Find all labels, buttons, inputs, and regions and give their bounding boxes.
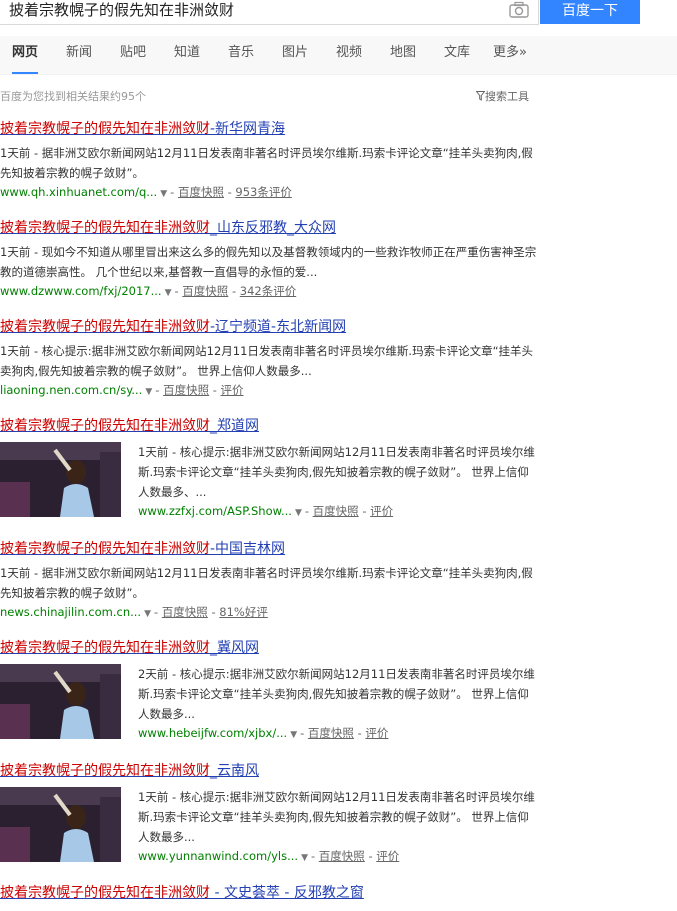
result-title[interactable]: 披着宗教幌子的假先知在非洲敛财-辽宁频道-东北新闻网: [0, 318, 560, 336]
result-meta: www.qh.xinhuanet.com/q... ▼ - 百度快照 - 953条评…: [0, 185, 292, 199]
result-url[interactable]: www.hebeijfw.com/xjbx/...: [138, 726, 287, 740]
cache-link[interactable]: 百度快照: [182, 284, 228, 298]
chevron-down-icon[interactable]: ▼: [295, 508, 302, 518]
search-result: 披着宗教幌子的假先知在非洲敛财_云南风 1天前 - 核心提示:据非洲艾欧尔新闻网…: [0, 762, 560, 867]
result-abstract: 1天前 - 核心提示:据非洲艾欧尔新闻网站12月11日发表南非著名时评员埃尔维斯…: [138, 445, 535, 499]
search-button[interactable]: 百度一下: [540, 0, 640, 24]
result-meta: www.hebeijfw.com/xjbx/... ▼ - 百度快照 - 评价: [138, 726, 389, 740]
search-result: 披着宗教幌子的假先知在非洲敛财 - 文史荟萃 - 反邪教之窗: [0, 884, 560, 902]
result-count: 百度为您找到相关结果约95个: [0, 90, 146, 103]
result-meta: news.chinajilin.com.cn... ▼ - 百度快照 - 81%好评: [0, 605, 268, 619]
search-tools[interactable]: 搜索工具: [475, 88, 529, 104]
result-thumbnail[interactable]: [0, 442, 121, 517]
result-url[interactable]: www.dzwww.com/fxj/2017...: [0, 284, 162, 298]
search-result: 披着宗教幌子的假先知在非洲敛财_冀风网 2天前 - 核心提示:据非洲艾欧尔新闻网…: [0, 639, 560, 744]
result-title[interactable]: 披着宗教幌子的假先知在非洲敛财_云南风: [0, 762, 560, 780]
result-meta: liaoning.nen.com.cn/sy... ▼ - 百度快照 - 评价: [0, 383, 244, 397]
chevron-down-icon[interactable]: ▼: [165, 288, 172, 298]
filter-icon: [475, 91, 486, 101]
cache-link[interactable]: 百度快照: [163, 383, 209, 397]
result-meta: www.zzfxj.com/ASP.Show... ▼ - 百度快照 - 评价: [138, 504, 394, 518]
cache-link[interactable]: 百度快照: [308, 726, 354, 740]
chevron-down-icon[interactable]: ▼: [145, 387, 152, 397]
chevron-down-icon[interactable]: ▼: [160, 189, 167, 199]
tab-web[interactable]: 网页: [12, 36, 39, 74]
result-url[interactable]: www.zzfxj.com/ASP.Show...: [138, 504, 292, 518]
result-title[interactable]: 披着宗教幌子的假先知在非洲敛财_山东反邪教_大众网: [0, 219, 560, 237]
result-body: 1天前 - 核心提示:据非洲艾欧尔新闻网站12月11日发表南非著名时评员埃尔维斯…: [138, 437, 538, 522]
search-query: 披着宗教幌子的假先知在非洲敛财: [9, 1, 235, 19]
result-body: 2天前 - 核心提示:据非洲艾欧尔新闻网站12月11日发表南非著名时评员埃尔维斯…: [138, 659, 538, 744]
result-title[interactable]: 披着宗教幌子的假先知在非洲敛财_冀风网: [0, 639, 560, 657]
result-abstract: 1天前 - 现如今不知道从哪里冒出来这么多的假先知以及基督教领域内的一些救诈牧师…: [0, 245, 537, 279]
result-abstract: 1天前 - 核心提示:据非洲艾欧尔新闻网站12月11日发表南非著名时评员埃尔维斯…: [0, 344, 534, 378]
cache-link[interactable]: 百度快照: [319, 849, 365, 863]
tab-wenku[interactable]: 文库: [444, 36, 470, 72]
chevron-down-icon[interactable]: ▼: [144, 609, 151, 619]
search-result: 披着宗教幌子的假先知在非洲敛财_山东反邪教_大众网 1天前 - 现如今不知道从哪…: [0, 219, 560, 302]
rating-link[interactable]: 评价: [221, 383, 244, 397]
result-thumbnail[interactable]: [0, 787, 121, 862]
search-result: 披着宗教幌子的假先知在非洲敛财-新华网青海 1天前 - 据非洲艾欧尔新闻网站12…: [0, 120, 560, 203]
chevron-down-icon[interactable]: ▼: [301, 853, 308, 863]
tab-more[interactable]: 更多»: [493, 36, 527, 72]
result-title[interactable]: 披着宗教幌子的假先知在非洲敛财-新华网青海: [0, 120, 560, 138]
search-result: 披着宗教幌子的假先知在非洲敛财-中国吉林网 1天前 - 据非洲艾欧尔新闻网站12…: [0, 540, 560, 623]
search-tabs: 网页 新闻 贴吧 知道 音乐 图片 视频 地图 文库 更多»: [0, 36, 677, 75]
result-url[interactable]: www.yunnanwind.com/yls...: [138, 849, 298, 863]
cache-link[interactable]: 百度快照: [162, 605, 208, 619]
tab-news[interactable]: 新闻: [66, 36, 92, 72]
cache-link[interactable]: 百度快照: [178, 185, 224, 199]
tab-video[interactable]: 视频: [336, 36, 362, 72]
result-abstract: 1天前 - 据非洲艾欧尔新闻网站12月11日发表南非著名时评员埃尔维斯.玛索卡评…: [0, 566, 533, 600]
result-url[interactable]: news.chinajilin.com.cn...: [0, 605, 141, 619]
search-result: 披着宗教幌子的假先知在非洲敛财_郑道网 1天前 - 核心提示:据非洲艾欧尔新闻网…: [0, 417, 560, 522]
result-url[interactable]: liaoning.nen.com.cn/sy...: [0, 383, 142, 397]
rating-link[interactable]: 评价: [376, 849, 399, 863]
tab-tieba[interactable]: 贴吧: [120, 36, 146, 72]
search-result: 披着宗教幌子的假先知在非洲敛财-辽宁频道-东北新闻网 1天前 - 核心提示:据非…: [0, 318, 560, 401]
result-title[interactable]: 披着宗教幌子的假先知在非洲敛财 - 文史荟萃 - 反邪教之窗: [0, 884, 560, 902]
result-title[interactable]: 披着宗教幌子的假先知在非洲敛财-中国吉林网: [0, 540, 560, 558]
result-body: 1天前 - 核心提示:据非洲艾欧尔新闻网站12月11日发表南非著名时评员埃尔维斯…: [138, 782, 538, 867]
rating-link[interactable]: 评价: [365, 726, 388, 740]
result-abstract: 1天前 - 据非洲艾欧尔新闻网站12月11日发表南非著名时评员埃尔维斯.玛索卡评…: [0, 146, 533, 180]
rating-link[interactable]: 81%好评: [219, 605, 268, 619]
result-meta: www.yunnanwind.com/yls... ▼ - 百度快照 - 评价: [138, 849, 400, 863]
result-abstract: 1天前 - 核心提示:据非洲艾欧尔新闻网站12月11日发表南非著名时评员埃尔维斯…: [138, 790, 535, 844]
rating-link[interactable]: 342条评价: [240, 284, 296, 298]
search-input[interactable]: 披着宗教幌子的假先知在非洲敛财: [0, 0, 539, 25]
result-url[interactable]: www.qh.xinhuanet.com/q...: [0, 185, 157, 199]
tab-map[interactable]: 地图: [390, 36, 416, 72]
rating-link[interactable]: 953条评价: [235, 185, 291, 199]
chevron-down-icon[interactable]: ▼: [290, 730, 297, 740]
result-thumbnail[interactable]: [0, 664, 121, 739]
tab-music[interactable]: 音乐: [228, 36, 254, 72]
rating-link[interactable]: 评价: [370, 504, 393, 518]
result-title[interactable]: 披着宗教幌子的假先知在非洲敛财_郑道网: [0, 417, 560, 435]
search-bar: 披着宗教幌子的假先知在非洲敛财 百度一下: [0, 0, 677, 36]
tab-images[interactable]: 图片: [282, 36, 308, 72]
tab-zhidao[interactable]: 知道: [174, 36, 200, 72]
camera-icon[interactable]: [508, 1, 530, 19]
result-meta: www.dzwww.com/fxj/2017... ▼ - 百度快照 - 342条评…: [0, 284, 297, 298]
search-tools-label: 搜索工具: [485, 90, 529, 103]
cache-link[interactable]: 百度快照: [313, 504, 359, 518]
result-abstract: 2天前 - 核心提示:据非洲艾欧尔新闻网站12月11日发表南非著名时评员埃尔维斯…: [138, 667, 535, 721]
